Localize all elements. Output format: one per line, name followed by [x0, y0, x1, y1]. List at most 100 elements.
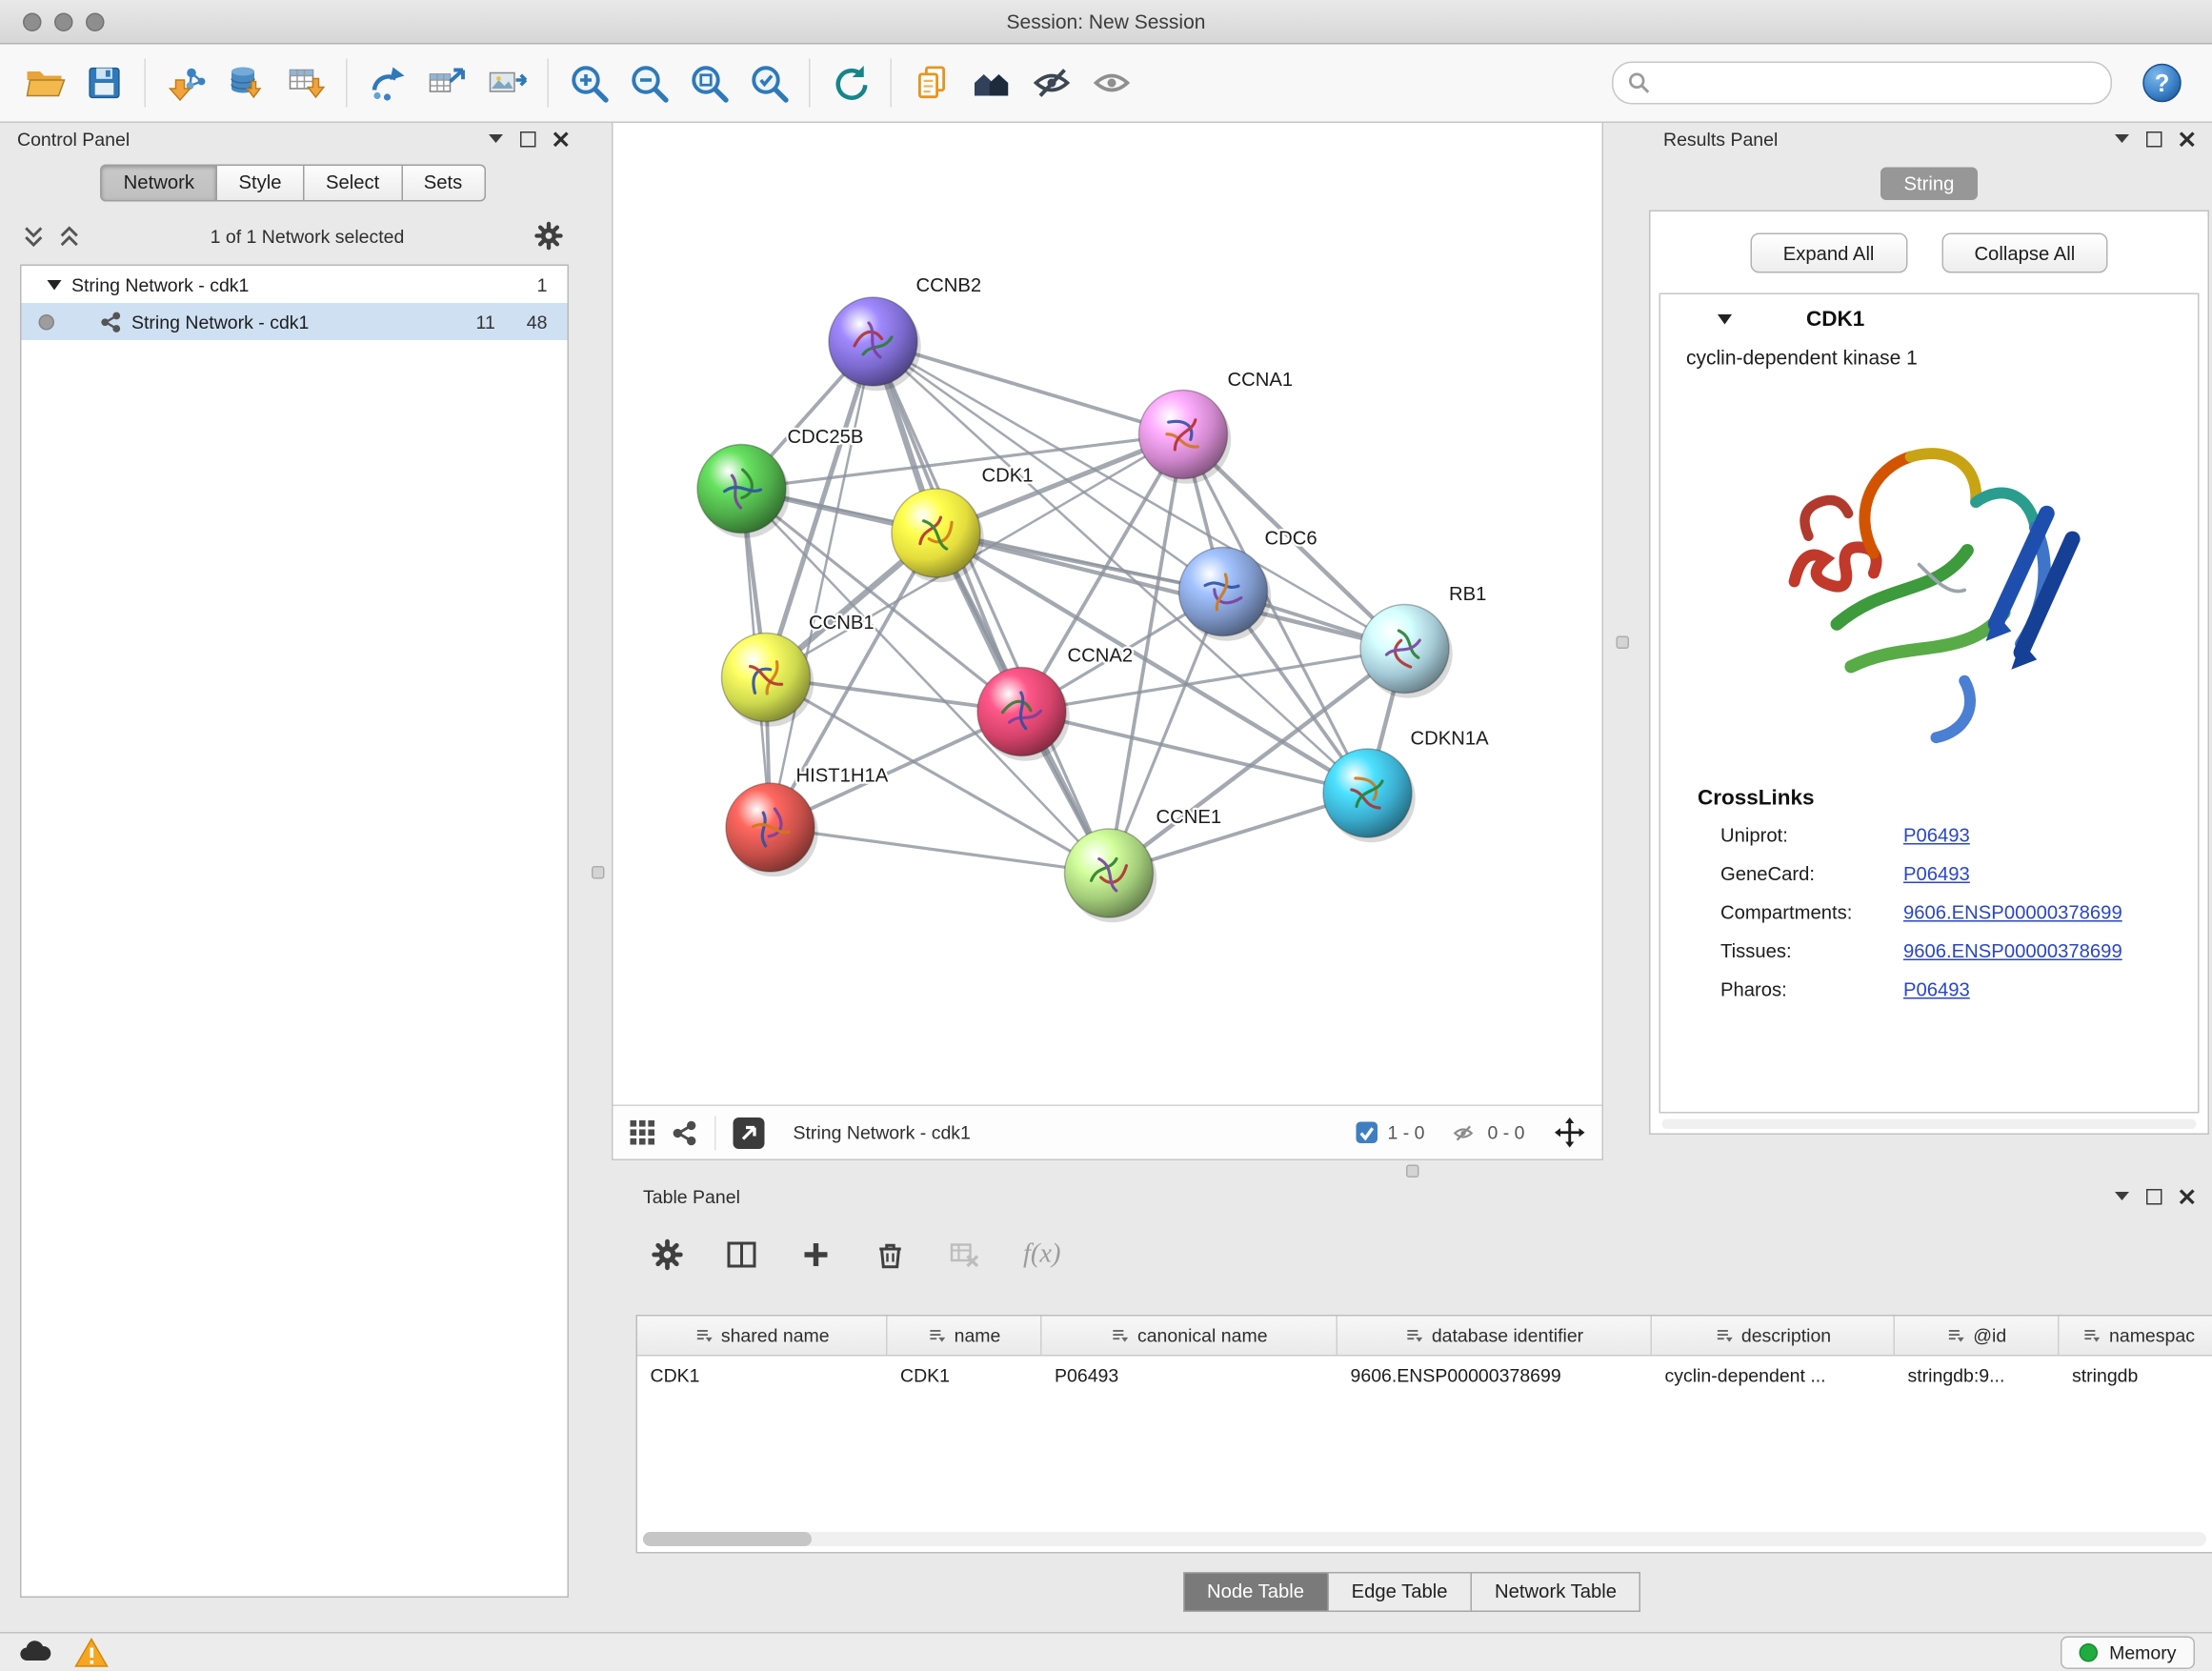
network-edge[interactable]	[874, 342, 1110, 874]
export-network-button[interactable]	[357, 53, 417, 113]
results-tab-string[interactable]: String	[1881, 168, 1978, 201]
table-tab-node-table[interactable]: Node Table	[1182, 1572, 1328, 1612]
column-header-namespac[interactable]: namespac	[2060, 1317, 2212, 1356]
add-column-icon[interactable]	[800, 1239, 832, 1271]
cloud-status-icon[interactable]	[17, 1638, 54, 1666]
network-node-ccna1[interactable]	[1139, 391, 1232, 484]
window-close-button[interactable]	[23, 13, 42, 32]
network-node-ccne1[interactable]	[1065, 829, 1157, 922]
open-session-button[interactable]	[14, 53, 74, 113]
export-table-button[interactable]	[417, 53, 477, 113]
crosslink-link[interactable]: 9606.ENSP00000378699	[1903, 940, 2122, 962]
warning-icon[interactable]	[74, 1638, 109, 1668]
crosslink-link[interactable]: P06493	[1903, 825, 1970, 847]
table-tab-edge-table[interactable]: Edge Table	[1329, 1572, 1472, 1612]
network-view-panel[interactable]: CCNB2CCNA1CDC25BCDK1CDC6RB1CCNB1CCNA2CDK…	[612, 122, 1603, 1161]
tab-sets[interactable]: Sets	[402, 165, 485, 202]
network-edge[interactable]	[771, 828, 1110, 874]
results-menu-icon[interactable]	[2115, 134, 2129, 151]
tab-network[interactable]: Network	[101, 165, 217, 202]
panel-menu-icon[interactable]	[489, 134, 503, 151]
zoom-selected-button[interactable]	[739, 53, 799, 113]
import-table-button[interactable]	[276, 53, 336, 113]
pan-crosshair-icon[interactable]	[1555, 1117, 1585, 1148]
expand-all-icon[interactable]	[59, 225, 81, 247]
delete-column-icon[interactable]	[875, 1239, 906, 1271]
table-tab-network-table[interactable]: Network Table	[1472, 1572, 1640, 1612]
delete-table-icon[interactable]	[949, 1239, 980, 1271]
results-scrollbar[interactable]	[1662, 1119, 2197, 1130]
hidden-eye-slash-icon[interactable]	[1449, 1121, 1478, 1144]
network-node-cdc6[interactable]	[1179, 548, 1272, 641]
network-tree-child-row[interactable]: String Network - cdk1 11 48	[22, 303, 568, 340]
import-network-database-button[interactable]	[216, 53, 276, 113]
tab-style[interactable]: Style	[217, 165, 305, 202]
network-node-cdkn1a[interactable]	[1323, 749, 1416, 842]
crosslink-link[interactable]: 9606.ENSP00000378699	[1903, 902, 2122, 924]
column-header-canonical-name[interactable]: canonical name	[1042, 1317, 1338, 1356]
column-menu-icon[interactable]	[1946, 1328, 1965, 1344]
column-header--id[interactable]: @id	[1895, 1317, 2060, 1356]
export-image-button[interactable]	[477, 53, 537, 113]
show-columns-icon[interactable]	[726, 1239, 757, 1271]
import-network-file-button[interactable]	[156, 53, 216, 113]
table-close-icon[interactable]	[2180, 1188, 2196, 1204]
table-row[interactable]: CDK1CDK1P064939606.ENSP00000378699cyclin…	[637, 1357, 2212, 1396]
entry-collapse-icon[interactable]	[1718, 314, 1732, 332]
gear-icon[interactable]	[534, 222, 563, 251]
table-menu-icon[interactable]	[2115, 1192, 2129, 1208]
column-header-description[interactable]: description	[1652, 1317, 1895, 1356]
search-input[interactable]	[1660, 70, 2097, 95]
selected-checkbox-icon[interactable]	[1356, 1122, 1377, 1144]
share-view-icon[interactable]	[672, 1119, 697, 1145]
graphics-details-button[interactable]	[1022, 53, 1082, 113]
crosslink-link[interactable]: P06493	[1903, 979, 1970, 1001]
column-menu-icon[interactable]	[1404, 1328, 1423, 1344]
panel-float-icon[interactable]	[520, 131, 536, 147]
table-horizontal-scrollbar[interactable]	[643, 1532, 2206, 1546]
network-edge[interactable]	[936, 534, 1405, 650]
document-button[interactable]	[902, 53, 962, 113]
expand-all-button[interactable]: Expand All	[1750, 233, 1907, 273]
tree-expand-icon[interactable]	[48, 280, 62, 297]
column-header-shared-name[interactable]: shared name	[637, 1317, 888, 1356]
table-settings-gear-icon[interactable]	[652, 1239, 683, 1271]
network-tree-root-row[interactable]: String Network - cdk1 1	[22, 266, 568, 303]
collapse-all-icon[interactable]	[23, 225, 45, 247]
column-header-database-identifier[interactable]: database identifier	[1337, 1317, 1652, 1356]
level-of-detail-button[interactable]	[1082, 53, 1142, 113]
zoom-fit-button[interactable]	[679, 53, 739, 113]
window-zoom-button[interactable]	[86, 13, 105, 32]
ndex-button[interactable]	[962, 53, 1022, 113]
collapse-all-button[interactable]: Collapse All	[1941, 233, 2108, 273]
network-node-hist1h1a[interactable]	[726, 783, 818, 876]
results-float-icon[interactable]	[2146, 131, 2162, 147]
column-menu-icon[interactable]	[1110, 1328, 1129, 1344]
window-minimize-button[interactable]	[54, 13, 73, 32]
zoom-out-button[interactable]	[619, 53, 679, 113]
table-float-icon[interactable]	[2146, 1188, 2162, 1204]
network-node-ccna2[interactable]	[977, 668, 1070, 761]
scrollbar-thumb[interactable]	[643, 1532, 812, 1546]
apply-layout-button[interactable]	[820, 53, 880, 113]
open-external-icon[interactable]	[734, 1117, 765, 1148]
column-header-name[interactable]: name	[888, 1317, 1042, 1356]
save-session-button[interactable]	[74, 53, 134, 113]
panel-close-icon[interactable]	[553, 131, 570, 147]
vertical-splitter-handle[interactable]	[1617, 636, 1630, 650]
network-node-cdc25b[interactable]	[697, 445, 790, 538]
memory-button[interactable]: Memory	[2061, 1636, 2195, 1669]
crosslink-link[interactable]: P06493	[1903, 863, 1970, 885]
zoom-in-button[interactable]	[559, 53, 619, 113]
column-menu-icon[interactable]	[1714, 1328, 1733, 1344]
tab-select[interactable]: Select	[304, 165, 402, 202]
network-edge[interactable]	[771, 342, 874, 828]
column-menu-icon[interactable]	[694, 1328, 713, 1344]
help-button[interactable]: ?	[2132, 53, 2192, 113]
network-edge[interactable]	[1022, 712, 1368, 794]
column-menu-icon[interactable]	[2082, 1328, 2101, 1344]
protein-entry-header[interactable]: CDK1	[1660, 294, 2198, 343]
column-menu-icon[interactable]	[927, 1328, 946, 1344]
function-builder-icon[interactable]: f(x)	[1023, 1239, 1061, 1271]
vertical-splitter-handle[interactable]	[592, 866, 605, 879]
